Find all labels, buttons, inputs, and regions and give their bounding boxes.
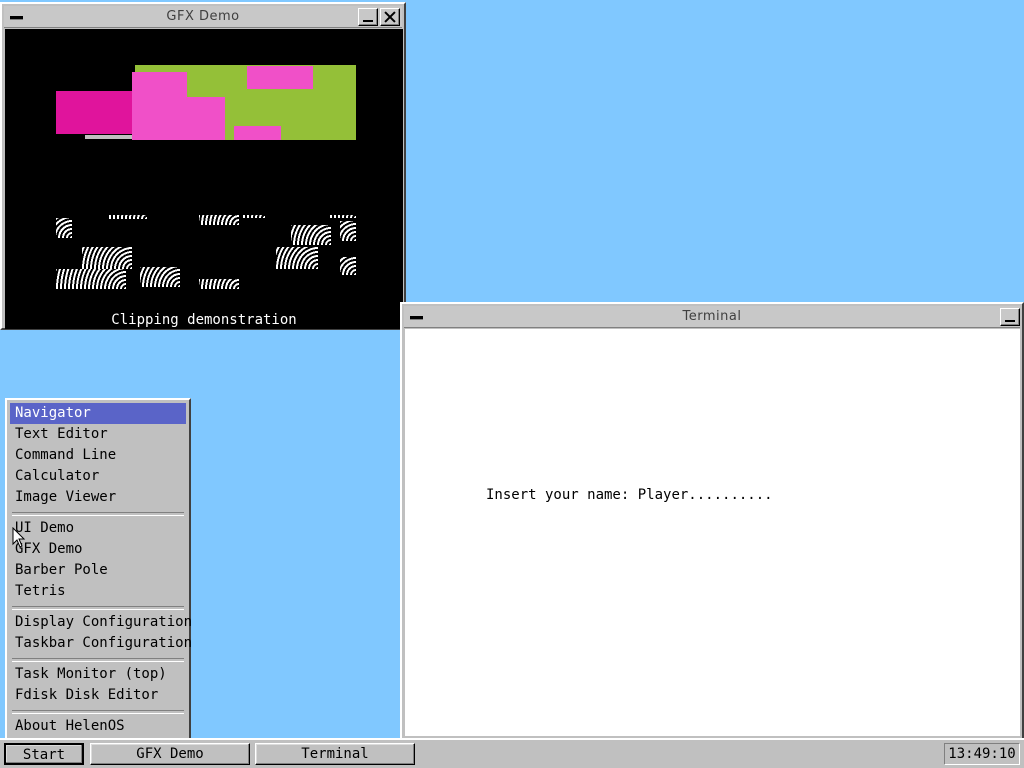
menu-item-text-editor[interactable]: Text Editor bbox=[10, 424, 186, 445]
swirl-fragment bbox=[199, 215, 239, 225]
menu-item-image-viewer[interactable]: Image Viewer bbox=[10, 487, 186, 508]
swirl-fragment bbox=[340, 221, 356, 241]
menu-item-about-helenos[interactable]: About HelenOS bbox=[10, 716, 186, 737]
swirl-fragment bbox=[276, 247, 318, 269]
gfx-demo-caption: Clipping demonstration bbox=[111, 312, 297, 328]
gfx-demo-titlebar[interactable]: GFX Demo bbox=[4, 6, 402, 28]
swirl-fragment bbox=[107, 215, 147, 219]
pink-rectangle bbox=[234, 126, 281, 140]
menu-item-tetris[interactable]: Tetris bbox=[10, 581, 186, 602]
menu-item-ui-demo[interactable]: UI Demo bbox=[10, 518, 186, 539]
minimize-icon[interactable] bbox=[358, 8, 378, 26]
menu-item-gfx-demo[interactable]: GFX Demo bbox=[10, 539, 186, 560]
start-menu: Navigator Text Editor Command Line Calcu… bbox=[5, 398, 192, 740]
gfx-demo-canvas: Clipping demonstration bbox=[5, 29, 403, 329]
menu-item-display-configuration[interactable]: Display Configuration bbox=[10, 612, 192, 633]
swirl-fragment bbox=[82, 247, 132, 269]
close-icon[interactable] bbox=[380, 8, 400, 26]
swirl-fragment bbox=[340, 257, 356, 275]
menu-separator bbox=[10, 508, 186, 518]
menu-item-calculator[interactable]: Calculator bbox=[10, 466, 186, 487]
menu-item-navigator[interactable]: Navigator bbox=[10, 403, 186, 424]
name-input-value[interactable]: Player.......... bbox=[638, 487, 773, 503]
menu-separator bbox=[10, 654, 186, 664]
swirl-fragment bbox=[291, 225, 331, 245]
gfx-demo-window: GFX Demo Clipping demonstration bbox=[0, 2, 406, 330]
menu-item-taskbar-configuration[interactable]: Taskbar Configuration bbox=[10, 633, 192, 654]
prompt-label: Insert your name: bbox=[486, 487, 630, 503]
menu-separator bbox=[10, 706, 186, 716]
terminal-content[interactable]: Insert your name: Player.......... bbox=[405, 329, 1020, 736]
swirl-fragment bbox=[199, 279, 239, 289]
magenta-rectangle bbox=[56, 91, 134, 134]
taskbar-button-gfx-demo[interactable]: GFX Demo bbox=[90, 743, 250, 765]
menu-item-fdisk-disk-editor[interactable]: Fdisk Disk Editor bbox=[10, 685, 186, 706]
pink-rectangle bbox=[247, 66, 313, 89]
swirl-fragment bbox=[56, 269, 126, 289]
start-button[interactable]: Start bbox=[4, 743, 84, 765]
taskbar: Start GFX Demo Terminal 13:49:10 bbox=[0, 738, 1024, 768]
swirl-fragment bbox=[140, 267, 180, 287]
terminal-window: Terminal Insert your name: Player.......… bbox=[400, 302, 1024, 740]
swirl-fragment bbox=[241, 215, 265, 218]
terminal-prompt-line: Insert your name: Player.......... bbox=[486, 487, 773, 503]
clock: 13:49:10 bbox=[944, 743, 1020, 765]
swirl-fragment bbox=[330, 215, 356, 218]
menu-item-task-monitor[interactable]: Task Monitor (top) bbox=[10, 664, 186, 685]
mouse-cursor-icon bbox=[12, 527, 26, 548]
taskbar-button-terminal[interactable]: Terminal bbox=[255, 743, 415, 765]
menu-separator bbox=[10, 602, 186, 612]
menu-item-command-line[interactable]: Command Line bbox=[10, 445, 186, 466]
pink-rectangle bbox=[132, 97, 225, 140]
terminal-title: Terminal bbox=[682, 309, 742, 324]
minimize-icon[interactable] bbox=[1000, 308, 1020, 326]
terminal-titlebar[interactable]: Terminal bbox=[404, 306, 1020, 328]
menu-item-barber-pole[interactable]: Barber Pole bbox=[10, 560, 186, 581]
gfx-demo-title: GFX Demo bbox=[166, 9, 240, 24]
swirl-fragment bbox=[56, 218, 72, 238]
